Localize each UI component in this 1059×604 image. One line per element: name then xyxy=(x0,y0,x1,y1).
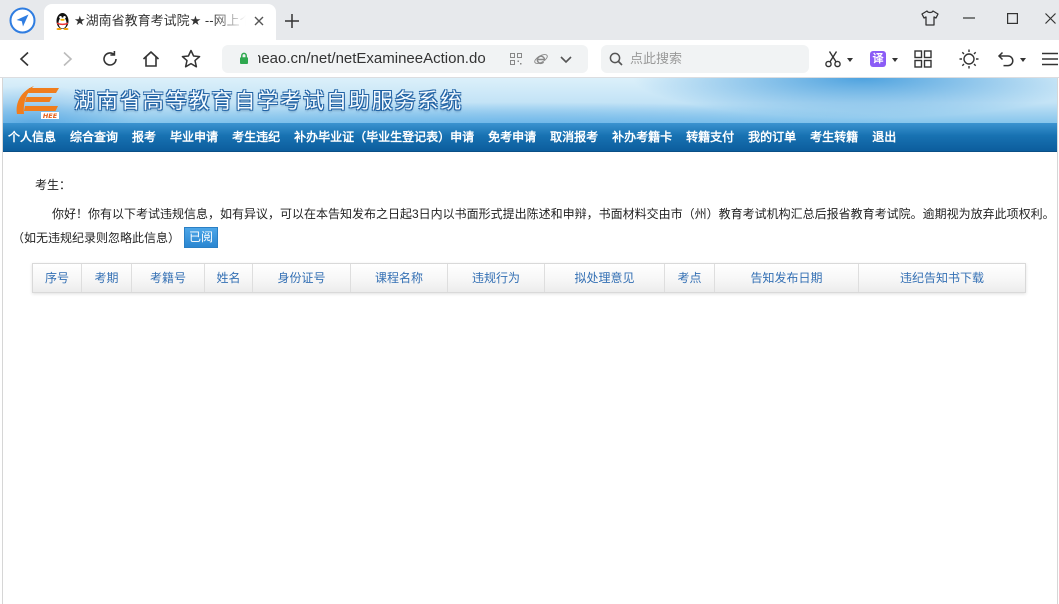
column-header-proposed-action: 拟处理意见 xyxy=(545,264,665,292)
nav-item-my-orders[interactable]: 我的订单 xyxy=(748,123,796,152)
column-header-notice-date: 告知发布日期 xyxy=(715,264,859,292)
chevron-down-icon[interactable] xyxy=(560,56,572,64)
nav-item-logout[interactable]: 退出 xyxy=(872,123,896,152)
nav-item-exemption[interactable]: 免考申请 xyxy=(488,123,536,152)
notice-note: （如无违规纪录则忽略此信息） xyxy=(12,230,181,245)
nav-item-transfer-payment[interactable]: 转籍支付 xyxy=(686,123,734,152)
qr-code-icon[interactable] xyxy=(510,53,522,65)
column-header-exam-site: 考点 xyxy=(665,264,715,292)
violations-table-header: 序号 考期 考籍号 姓名 身份证号 课程名称 违规行为 拟处理意见 考点 告知发… xyxy=(32,263,1026,293)
nav-item-violations[interactable]: 考生违纪 xyxy=(232,123,280,152)
home-icon[interactable] xyxy=(142,50,160,68)
close-icon[interactable] xyxy=(1045,13,1056,24)
nav-item-personal-info[interactable]: 个人信息 xyxy=(8,123,56,152)
caret-down-icon[interactable] xyxy=(892,58,898,62)
column-header-student-id: 考籍号 xyxy=(132,264,205,292)
site-logo: HEE xyxy=(14,83,60,120)
ie-icon[interactable] xyxy=(534,52,548,66)
reload-icon[interactable] xyxy=(101,50,119,68)
chevron-right-icon[interactable] xyxy=(59,51,75,67)
penguin-icon xyxy=(54,12,71,30)
menu-icon[interactable] xyxy=(1042,52,1058,66)
url-field[interactable]: neao.cn/net/netExamineeAction.do xyxy=(258,49,503,69)
translate-button[interactable]: 译 xyxy=(870,51,886,67)
maximize-icon[interactable] xyxy=(1007,13,1019,25)
nav-item-register-exam[interactable]: 报考 xyxy=(132,123,156,152)
page-border xyxy=(2,78,3,604)
page-border xyxy=(1057,78,1058,604)
url-text: neao.cn/net/netExamineeAction.do xyxy=(258,50,486,67)
tab-close-icon[interactable] xyxy=(254,16,264,26)
column-header-id-number: 身份证号 xyxy=(253,264,351,292)
nav-item-reissue-card[interactable]: 补办考籍卡 xyxy=(612,123,672,152)
column-header-course: 课程名称 xyxy=(351,264,448,292)
column-header-name: 姓名 xyxy=(205,264,253,292)
navigation-arrow-icon[interactable] xyxy=(9,7,36,34)
notice-note-row: （如无违规纪录则忽略此信息） 已阅 xyxy=(12,227,412,248)
nav-item-cancel-registration[interactable]: 取消报考 xyxy=(550,123,598,152)
greeting: 考生： xyxy=(35,178,72,192)
minimize-icon[interactable] xyxy=(963,17,975,19)
column-header-exam-period: 考期 xyxy=(82,264,132,292)
main-nav: 个人信息 综合查询 报考 毕业申请 考生违纪 补办毕业证（毕业生登记表）申请 免… xyxy=(3,123,1057,152)
chevron-left-icon[interactable] xyxy=(17,51,33,67)
grid-icon[interactable] xyxy=(914,50,932,68)
nav-item-graduation-apply[interactable]: 毕业申请 xyxy=(170,123,218,152)
star-icon[interactable] xyxy=(181,49,201,69)
column-header-index: 序号 xyxy=(33,264,82,292)
tshirt-icon[interactable] xyxy=(921,10,939,26)
scissors-icon[interactable] xyxy=(824,50,842,68)
caret-down-icon[interactable] xyxy=(847,58,853,62)
search-input[interactable]: 点此搜索 xyxy=(630,50,800,68)
tab-title: ★湖南省教育考试院★ --网上个人 xyxy=(74,13,246,28)
nav-item-reissue-diploma[interactable]: 补办毕业证（毕业生登记表）申请 xyxy=(294,123,474,152)
logo-text: HEE xyxy=(43,112,58,120)
site-title: 湖南省高等教育自学考试自助服务系统 xyxy=(74,89,464,113)
sun-icon[interactable] xyxy=(959,49,979,69)
nav-item-transfer[interactable]: 考生转籍 xyxy=(810,123,858,152)
search-icon[interactable] xyxy=(609,52,623,66)
undo-icon[interactable] xyxy=(997,50,1015,68)
plus-icon[interactable] xyxy=(285,14,299,28)
caret-down-icon[interactable] xyxy=(1020,58,1026,62)
column-header-notice-download: 违纪告知书下载 xyxy=(899,271,984,285)
acknowledge-button[interactable]: 已阅 xyxy=(184,227,219,248)
column-header-violation: 违规行为 xyxy=(448,264,545,292)
violation-notice-message: 你好！你有以下考试违规信息，如有异议，可以在本告知发布之日起3日内以书面形式提出… xyxy=(52,207,1054,221)
nav-item-query[interactable]: 综合查询 xyxy=(70,123,118,152)
lock-icon[interactable] xyxy=(239,52,249,64)
